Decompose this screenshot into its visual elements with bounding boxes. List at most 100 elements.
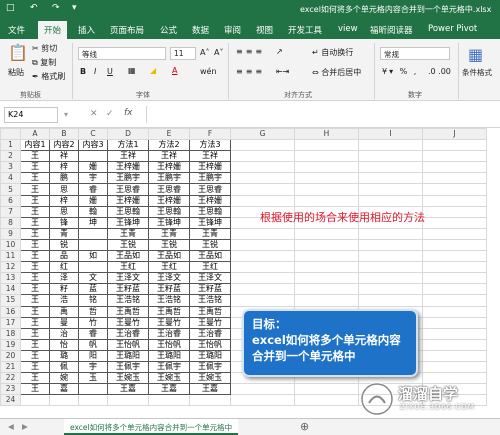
column-header[interactable]: G — [230, 128, 295, 141]
cancel-icon[interactable]: ✕ — [90, 109, 98, 119]
row-header[interactable]: 10 — [0, 238, 21, 252]
cell[interactable]: 王婉玉 — [148, 372, 190, 385]
cell[interactable]: 王 — [20, 349, 50, 362]
cell[interactable]: 王婉玉 — [107, 372, 149, 385]
cell[interactable]: 红 — [49, 261, 79, 274]
cell[interactable]: 王 — [20, 161, 50, 174]
row-header[interactable]: 17 — [0, 316, 21, 329]
cell[interactable]: 王 — [20, 283, 50, 296]
cell[interactable] — [422, 283, 487, 296]
row-header[interactable]: 2 — [0, 150, 21, 163]
cell[interactable] — [78, 238, 108, 252]
cell[interactable]: 王思翰 — [189, 205, 231, 218]
cell[interactable]: 禹 — [49, 305, 79, 318]
indent-icon[interactable]: ⇤⇥ — [276, 67, 289, 76]
cell[interactable]: 方法2 — [148, 139, 190, 152]
cell[interactable] — [422, 139, 487, 152]
cell[interactable] — [230, 139, 295, 152]
cell[interactable] — [294, 227, 359, 240]
cell[interactable] — [230, 261, 295, 274]
row-header[interactable]: 1 — [0, 139, 21, 152]
cell[interactable]: 王佩宇 — [148, 360, 190, 374]
cell[interactable]: 王璐阳 — [148, 349, 190, 362]
row-header[interactable]: 18 — [0, 327, 21, 340]
border-icon[interactable]: ▦ — [128, 66, 136, 75]
cell[interactable] — [230, 394, 295, 407]
cell[interactable] — [422, 172, 487, 185]
cell[interactable] — [358, 150, 423, 163]
tab-foxit[interactable]: 福昕阅读器 — [370, 24, 413, 36]
cell[interactable]: 玉 — [78, 372, 108, 385]
cell[interactable] — [422, 183, 487, 196]
cell[interactable]: 王怡帆 — [189, 338, 231, 351]
cell[interactable]: 王 — [20, 216, 50, 229]
cell[interactable]: 嘉 — [49, 383, 79, 396]
cell[interactable]: 品 — [49, 250, 79, 263]
cell[interactable]: 王梓姗 — [107, 194, 149, 207]
cell[interactable]: 王禹哲 — [148, 305, 190, 318]
column-header[interactable]: H — [294, 128, 359, 141]
cell[interactable] — [422, 294, 487, 307]
row-header[interactable]: 20 — [0, 349, 21, 362]
cell[interactable]: 王青 — [148, 227, 190, 240]
cell[interactable]: 治 — [49, 327, 79, 340]
cell[interactable]: 王佩宇 — [189, 360, 231, 374]
cell[interactable] — [422, 250, 487, 263]
cell[interactable] — [358, 283, 423, 296]
cell[interactable]: 王青 — [189, 227, 231, 240]
cell[interactable] — [230, 150, 295, 163]
row-header[interactable]: 13 — [0, 272, 21, 285]
row-header[interactable]: 19 — [0, 338, 21, 351]
redo-icon[interactable]: ↷ — [52, 3, 60, 13]
cell[interactable] — [422, 205, 487, 218]
cell[interactable] — [148, 394, 190, 407]
cell[interactable] — [358, 194, 423, 207]
cell[interactable] — [294, 261, 359, 274]
cell[interactable]: 王锋坤 — [189, 216, 231, 229]
font-color-icon[interactable]: A — [172, 66, 177, 75]
cell[interactable]: 王鹏宇 — [148, 172, 190, 185]
cell[interactable]: 王籽蓝 — [148, 283, 190, 296]
wrap-text-button[interactable]: ↵ 自动换行 — [312, 47, 353, 58]
cell[interactable]: 哲 — [78, 305, 108, 318]
column-header[interactable]: B — [49, 128, 79, 141]
cell[interactable]: 内容1 — [20, 139, 50, 152]
format-painter-button[interactable]: ✒ 格式刷 — [32, 71, 65, 82]
cell[interactable]: 睿 — [78, 327, 108, 340]
conditional-format-icon[interactable]: ▦ — [468, 45, 483, 64]
tab-insert[interactable]: 插入 — [78, 24, 95, 36]
cell[interactable]: 方法3 — [189, 139, 231, 152]
cell[interactable]: 王泽文 — [107, 272, 149, 285]
cell[interactable]: 王 — [20, 250, 50, 263]
cell[interactable]: 铭 — [78, 294, 108, 307]
row-header[interactable]: 22 — [0, 372, 21, 385]
cell[interactable]: 王红 — [189, 261, 231, 274]
name-box[interactable]: K24 — [4, 107, 58, 123]
cell[interactable]: 王品如 — [148, 250, 190, 263]
cell[interactable] — [78, 150, 108, 163]
cell[interactable]: 王 — [20, 327, 50, 340]
cell[interactable]: 王曼竹 — [148, 316, 190, 329]
column-header[interactable]: F — [189, 128, 231, 141]
cell[interactable]: 王鹏宇 — [189, 172, 231, 185]
cell[interactable]: 王璐阳 — [107, 349, 149, 362]
cell[interactable]: 王 — [20, 261, 50, 274]
cell[interactable]: 王品如 — [189, 250, 231, 263]
cell[interactable]: 王 — [20, 205, 50, 218]
sheet-tab[interactable]: excel如何将多个单元格内容合并到一个单元格中 — [64, 419, 239, 435]
column-header[interactable]: E — [148, 128, 190, 141]
cell[interactable]: 王治睿 — [107, 327, 149, 340]
tab-home[interactable]: 开始 — [38, 21, 68, 39]
tab-view[interactable]: 视图 — [256, 24, 273, 36]
cell[interactable]: 宇 — [78, 172, 108, 185]
cell[interactable]: 王思睿 — [148, 183, 190, 196]
formula-input[interactable] — [146, 106, 496, 123]
tab-file[interactable]: 文件 — [8, 24, 25, 36]
cell[interactable] — [358, 272, 423, 285]
font-name-select[interactable]: 等线 — [78, 47, 166, 60]
cell[interactable]: 文 — [78, 272, 108, 285]
column-header[interactable]: D — [107, 128, 149, 141]
cell[interactable]: 姗 — [78, 161, 108, 174]
cell[interactable] — [294, 238, 359, 252]
cell[interactable] — [230, 194, 295, 207]
